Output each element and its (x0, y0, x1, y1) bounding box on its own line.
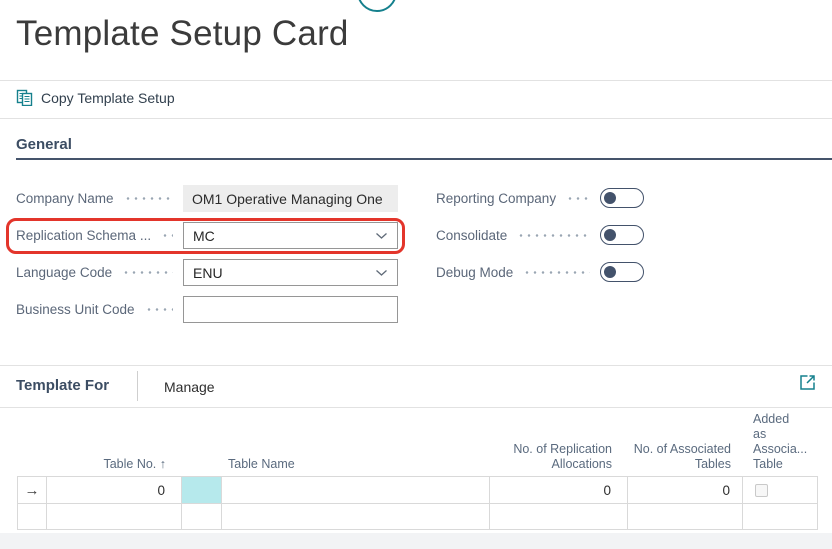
company-name-field-row: Company Name OM1 Operative Managing One (16, 185, 398, 212)
header-label: No. of Replication (513, 442, 612, 456)
debug-mode-label: Debug Mode (436, 264, 514, 280)
open-in-new-window-icon[interactable] (799, 374, 816, 396)
table-row-empty[interactable] (17, 503, 818, 530)
active-row-arrow-icon: → (17, 477, 47, 503)
chevron-down-icon[interactable] (375, 269, 388, 277)
header-label: as (753, 427, 767, 441)
copy-icon (16, 89, 33, 106)
dotted-leader (161, 234, 173, 237)
cell-table-name[interactable] (222, 477, 490, 503)
header-label: Allocations (551, 457, 612, 471)
cell-empty (47, 504, 182, 529)
reporting-company-label: Reporting Company (436, 190, 557, 206)
selected-cell[interactable] (182, 477, 222, 503)
replication-schema-field-row: Replication Schema ... MC (16, 222, 398, 249)
table-row[interactable]: → 0 0 0 (17, 476, 818, 503)
company-name-label: Company Name (16, 191, 114, 206)
dotted-leader (123, 197, 173, 200)
cell-associated-tables[interactable]: 0 (628, 477, 743, 503)
cell-empty (743, 504, 818, 529)
replication-schema-label: Replication Schema ... (16, 228, 152, 243)
replication-schema-combobox[interactable]: MC (183, 222, 398, 249)
column-header-added-as-table[interactable]: Added as Associa... Table (743, 412, 818, 479)
consolidate-label: Consolidate (436, 227, 508, 243)
language-code-combobox[interactable]: ENU (183, 259, 398, 286)
column-header-associated-tables[interactable]: No. of Associated Tables (628, 442, 743, 479)
cell-empty (17, 504, 47, 529)
divider (0, 365, 832, 366)
added-as-table-checkbox[interactable] (755, 483, 768, 497)
debug-mode-toggle[interactable] (600, 262, 644, 282)
divider (0, 80, 832, 81)
cell-empty (628, 504, 743, 529)
cell-empty (490, 504, 628, 529)
page-footer-background (0, 533, 832, 549)
page-title: Template Setup Card (16, 14, 349, 53)
toggle-knob (604, 191, 616, 204)
general-fields-right-column: Reporting Company Consolidate Debug Mode (436, 188, 644, 299)
header-label: Table No. ↑ (103, 457, 166, 471)
column-header-table-no[interactable]: Table No. ↑ (47, 457, 182, 479)
cell-table-no[interactable]: 0 (47, 477, 182, 503)
dotted-leader (144, 308, 173, 311)
business-unit-code-field-row: Business Unit Code (16, 296, 398, 323)
header-label: Added (753, 412, 790, 426)
business-unit-code-field[interactable] (183, 296, 398, 323)
toggle-knob (604, 265, 616, 278)
copy-template-setup-label: Copy Template Setup (41, 89, 175, 106)
cell-empty (222, 504, 490, 529)
template-for-section-heading: Template For (16, 377, 110, 394)
general-heading-rule (16, 158, 832, 160)
consolidate-toggle-row: Consolidate (436, 225, 644, 245)
divider (0, 407, 832, 408)
dotted-leader (517, 233, 590, 237)
cell-replication-allocations[interactable]: 0 (490, 477, 628, 503)
company-name-value: OM1 Operative Managing One (183, 185, 398, 212)
debug-mode-toggle-row: Debug Mode (436, 262, 644, 282)
cell-empty (182, 504, 222, 529)
reporting-company-toggle-row: Reporting Company (436, 188, 644, 208)
header-label: Table Name (228, 457, 295, 471)
copy-template-setup-action[interactable]: Copy Template Setup (16, 89, 175, 106)
divider (0, 118, 832, 119)
language-code-field-row: Language Code ENU (16, 259, 398, 286)
toggle-knob (604, 228, 616, 241)
business-unit-code-input[interactable] (193, 297, 388, 322)
header-label: No. of Associated (633, 442, 731, 456)
divider (137, 371, 138, 401)
header-label: Associa... (753, 442, 808, 456)
column-header-replication-allocations[interactable]: No. of Replication Allocations (490, 442, 628, 479)
language-code-value: ENU (193, 264, 223, 281)
reporting-company-toggle[interactable] (600, 188, 644, 208)
language-code-label: Language Code (16, 265, 113, 280)
general-section-heading: General (16, 136, 72, 153)
general-fields-left-column: Company Name OM1 Operative Managing One … (6, 185, 405, 333)
dotted-leader (523, 270, 590, 274)
template-setup-card-page: { "page": { "title": "Template Setup Car… (0, 0, 832, 549)
page-indicator-circle (357, 0, 397, 12)
manage-menu[interactable]: Manage (164, 379, 215, 395)
consolidate-toggle[interactable] (600, 225, 644, 245)
replication-schema-value: MC (193, 227, 215, 244)
template-for-table: Table No. ↑ Table Name No. of Replicatio… (17, 412, 818, 530)
table-header-row: Table No. ↑ Table Name No. of Replicatio… (17, 412, 818, 476)
chevron-down-icon[interactable] (375, 232, 388, 240)
dotted-leader (566, 196, 590, 200)
column-header-table-name[interactable]: Table Name (222, 457, 490, 479)
business-unit-code-label: Business Unit Code (16, 302, 135, 317)
header-label: Tables (694, 457, 731, 471)
header-label: Table (753, 457, 783, 471)
dotted-leader (122, 271, 173, 274)
cell-added-as-table[interactable] (743, 477, 818, 503)
